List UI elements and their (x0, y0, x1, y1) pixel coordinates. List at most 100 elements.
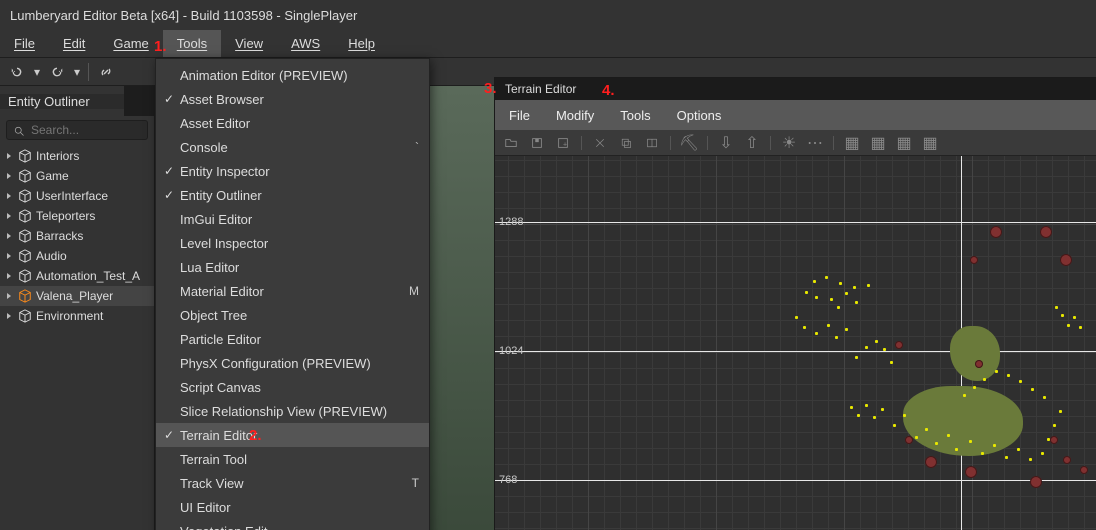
outliner-row[interactable]: Audio (0, 246, 154, 266)
tools-menu-item[interactable]: ✓Entity Outliner (156, 183, 429, 207)
tools-menu-item[interactable]: ImGui Editor (156, 207, 429, 231)
tools-menu-item[interactable]: Slice Relationship View (PREVIEW) (156, 399, 429, 423)
outliner-row[interactable]: Barracks (0, 226, 154, 246)
redo-dropdown-icon[interactable] (48, 63, 66, 81)
expand-arrow-icon[interactable] (4, 271, 14, 281)
terrain-tb-open-icon[interactable] (503, 135, 519, 151)
expand-arrow-icon[interactable] (4, 251, 14, 261)
outliner-row[interactable]: Game (0, 166, 154, 186)
terrain-tb-grid1-icon[interactable]: ▦ (844, 135, 860, 151)
tools-menu-item[interactable]: Animation Editor (PREVIEW) (156, 63, 429, 87)
terrain-scatter-dot (845, 328, 848, 331)
terrain-tb-light-icon[interactable]: ☀ (781, 135, 797, 151)
tools-menu-item[interactable]: Object Tree (156, 303, 429, 327)
outliner-row[interactable]: Teleporters (0, 206, 154, 226)
expand-arrow-icon[interactable] (4, 291, 14, 301)
outliner-search[interactable] (6, 120, 148, 140)
terrain-scatter-dot (815, 332, 818, 335)
tools-menu-item-label: Terrain Editor (180, 428, 415, 443)
terrain-tb-import-icon[interactable]: ⇩ (718, 135, 734, 151)
expand-arrow-icon[interactable] (4, 191, 14, 201)
terrain-scatter-dot (867, 284, 870, 287)
terrain-scatter-dot (883, 348, 886, 351)
window-title: Lumberyard Editor Beta [x64] - Build 110… (10, 8, 357, 23)
terrain-scatter-dot (830, 298, 833, 301)
tools-menu-item[interactable]: Level Inspector (156, 231, 429, 255)
terrain-marker (1080, 466, 1088, 474)
terrain-marker (1040, 226, 1052, 238)
expand-arrow-icon[interactable] (4, 311, 14, 321)
outliner-row[interactable]: Automation_Test_A (0, 266, 154, 286)
tools-menu-item-label: Track View (180, 476, 408, 491)
undo-dropdown-icon[interactable] (8, 63, 26, 81)
tools-menu-item[interactable]: Particle Editor (156, 327, 429, 351)
tools-menu-item-label: Entity Inspector (180, 164, 415, 179)
terrain-tb-saveas-icon[interactable]: + (555, 135, 571, 151)
svg-text:+: + (563, 141, 567, 148)
terrain-tb-grid4-icon[interactable]: ▦ (922, 135, 938, 151)
menu-help[interactable]: Help (334, 30, 389, 57)
terrain-scatter-dot (893, 424, 896, 427)
terrain-scatter-dot (1061, 314, 1064, 317)
tools-menu-item[interactable]: Lua Editor (156, 255, 429, 279)
terrain-tb-close-icon[interactable] (592, 135, 608, 151)
tools-menu-item[interactable]: ✓Entity Inspector (156, 159, 429, 183)
tools-menu-item[interactable]: Track View T (156, 471, 429, 495)
terrain-scatter-dot (1019, 380, 1022, 383)
outliner-row[interactable]: Valena_Player (0, 286, 154, 306)
terrain-marker (970, 256, 978, 264)
link-icon[interactable] (97, 63, 115, 81)
terrain-tb-copy-icon[interactable] (618, 135, 634, 151)
tools-menu-item-shortcut: T (412, 476, 419, 490)
tools-menu-item[interactable]: UI Editor (156, 495, 429, 519)
outliner-row[interactable]: UserInterface (0, 186, 154, 206)
entity-cube-icon (18, 229, 32, 243)
terrain-scatter-dot (1031, 388, 1034, 391)
terrain-menu-modify[interactable]: Modify (556, 108, 594, 123)
menu-view[interactable]: View (221, 30, 277, 57)
terrain-tb-grid3-icon[interactable]: ▦ (896, 135, 912, 151)
menu-tools[interactable]: Tools (163, 30, 221, 57)
entity-cube-icon (18, 309, 32, 323)
outliner-row[interactable]: Interiors (0, 146, 154, 166)
terrain-tb-brush-icon[interactable]: ⛏ (681, 135, 697, 151)
panel-gap (124, 86, 154, 116)
terrain-tb-save-icon[interactable] (529, 135, 545, 151)
tools-menu-item[interactable]: PhysX Configuration (PREVIEW) (156, 351, 429, 375)
tools-menu-item[interactable]: Vegetation Edit (156, 519, 429, 530)
menu-edit[interactable]: Edit (49, 30, 99, 57)
terrain-tb-more-icon[interactable]: ⋯ (807, 135, 823, 151)
tools-menu-item[interactable]: Material EditorM (156, 279, 429, 303)
terrain-editor-canvas[interactable]: 1288 1024 768 (495, 156, 1096, 530)
toolbar-caret-1[interactable]: ▾ (34, 65, 40, 79)
tools-menu-item-label: UI Editor (180, 500, 415, 515)
terrain-tb-grid2-icon[interactable]: ▦ (870, 135, 886, 151)
expand-arrow-icon[interactable] (4, 171, 14, 181)
terrain-menu-options[interactable]: Options (677, 108, 722, 123)
tools-menu-item-label: Asset Editor (180, 116, 415, 131)
menu-game[interactable]: Game (99, 30, 162, 57)
menu-aws[interactable]: AWS (277, 30, 334, 57)
tools-menu-item-label: Terrain Tool (180, 452, 415, 467)
toolbar-caret-2[interactable]: ▾ (74, 65, 80, 79)
terrain-tb-export-icon[interactable]: ⇧ (744, 135, 760, 151)
expand-arrow-icon[interactable] (4, 151, 14, 161)
tools-menu-item[interactable]: Console` (156, 135, 429, 159)
terrain-menu-tools[interactable]: Tools (620, 108, 650, 123)
tools-menu-item[interactable]: Asset Editor (156, 111, 429, 135)
expand-arrow-icon[interactable] (4, 231, 14, 241)
terrain-tb-split-icon[interactable] (644, 135, 660, 151)
terrain-editor-title[interactable]: Terrain Editor (495, 78, 1096, 100)
outliner-row-label: Barracks (36, 229, 83, 243)
tools-menu-item[interactable]: ✓Terrain Editor (156, 423, 429, 447)
outliner-row[interactable]: Environment (0, 306, 154, 326)
tools-menu-item[interactable]: Terrain Tool (156, 447, 429, 471)
tools-menu-item-label: Vegetation Edit (180, 524, 415, 530)
terrain-menu-file[interactable]: File (509, 108, 530, 123)
tools-menu-item-shortcut: M (409, 284, 419, 298)
tools-menu-item[interactable]: ✓Asset Browser (156, 87, 429, 111)
tools-menu-item[interactable]: Script Canvas (156, 375, 429, 399)
terrain-scatter-dot (853, 286, 856, 289)
menu-file[interactable]: File (0, 30, 49, 57)
expand-arrow-icon[interactable] (4, 211, 14, 221)
